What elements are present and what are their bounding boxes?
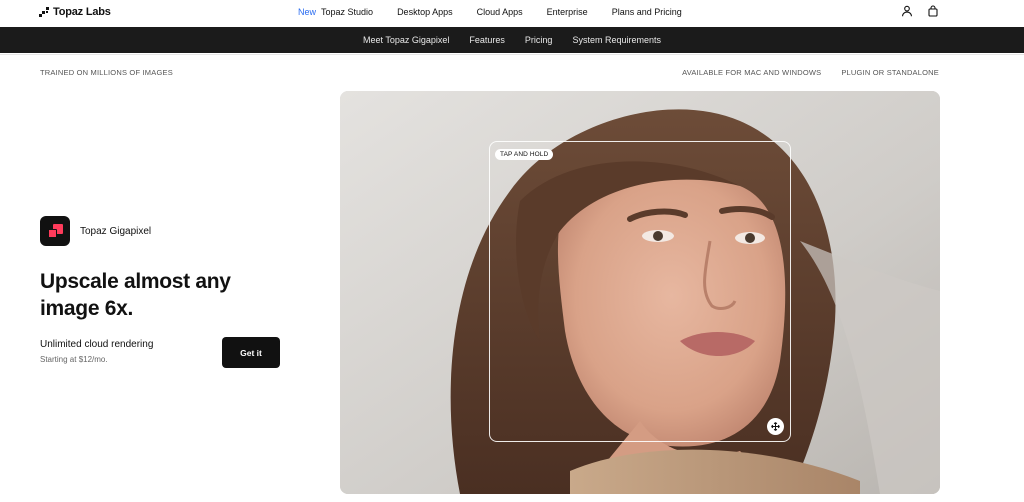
topaz-logo-icon bbox=[39, 7, 49, 17]
cart-icon[interactable] bbox=[927, 4, 939, 22]
hero-headline: Upscale almost any image 6x. bbox=[40, 270, 231, 320]
top-navigation: Topaz Labs New Topaz Studio Desktop Apps… bbox=[0, 0, 1024, 24]
nav-plans-and-pricing[interactable]: Plans and Pricing bbox=[612, 7, 682, 17]
section-divider bbox=[0, 54, 1024, 55]
nav-topaz-studio[interactable]: Topaz Studio bbox=[321, 7, 373, 17]
tap-and-hold-label: TAP AND HOLD bbox=[495, 149, 554, 160]
hero-subtitle: Unlimited cloud rendering bbox=[40, 339, 154, 350]
logo-text: Topaz Labs bbox=[53, 6, 111, 18]
account-actions bbox=[901, 4, 939, 22]
product-subnav: Meet Topaz Gigapixel Features Pricing Sy… bbox=[0, 27, 1024, 53]
availability-notes: AVAILABLE FOR MAC AND WINDOWS PLUGIN OR … bbox=[682, 68, 939, 77]
new-badge: New bbox=[298, 7, 317, 17]
subnav-system-requirements[interactable]: System Requirements bbox=[572, 35, 661, 45]
gigapixel-app-icon bbox=[40, 216, 70, 246]
product-name: Topaz Gigapixel bbox=[80, 225, 152, 237]
user-icon[interactable] bbox=[901, 4, 913, 22]
platform-note: AVAILABLE FOR MAC AND WINDOWS bbox=[682, 68, 822, 77]
subnav-pricing[interactable]: Pricing bbox=[525, 35, 553, 45]
move-icon[interactable] bbox=[767, 418, 784, 435]
price-note: Starting at $12/mo. bbox=[40, 355, 108, 364]
topaz-logo[interactable]: Topaz Labs bbox=[39, 5, 111, 19]
nav-cloud-apps[interactable]: Cloud Apps bbox=[477, 7, 523, 17]
compare-selection-box[interactable]: TAP AND HOLD bbox=[489, 141, 791, 442]
nav-enterprise[interactable]: Enterprise bbox=[547, 7, 588, 17]
get-it-button[interactable]: Get it bbox=[222, 337, 280, 368]
subnav-features[interactable]: Features bbox=[469, 35, 505, 45]
main-nav: New Topaz Studio Desktop Apps Cloud Apps… bbox=[298, 5, 706, 19]
training-note: TRAINED ON MILLIONS OF IMAGES bbox=[40, 68, 173, 77]
hero-image-comparison[interactable]: TAP AND HOLD bbox=[340, 91, 940, 494]
nav-desktop-apps[interactable]: Desktop Apps bbox=[397, 7, 453, 17]
subnav-meet-gigapixel[interactable]: Meet Topaz Gigapixel bbox=[363, 35, 449, 45]
product-identity: Topaz Gigapixel bbox=[40, 216, 151, 246]
plugin-note: PLUGIN OR STANDALONE bbox=[841, 68, 939, 77]
